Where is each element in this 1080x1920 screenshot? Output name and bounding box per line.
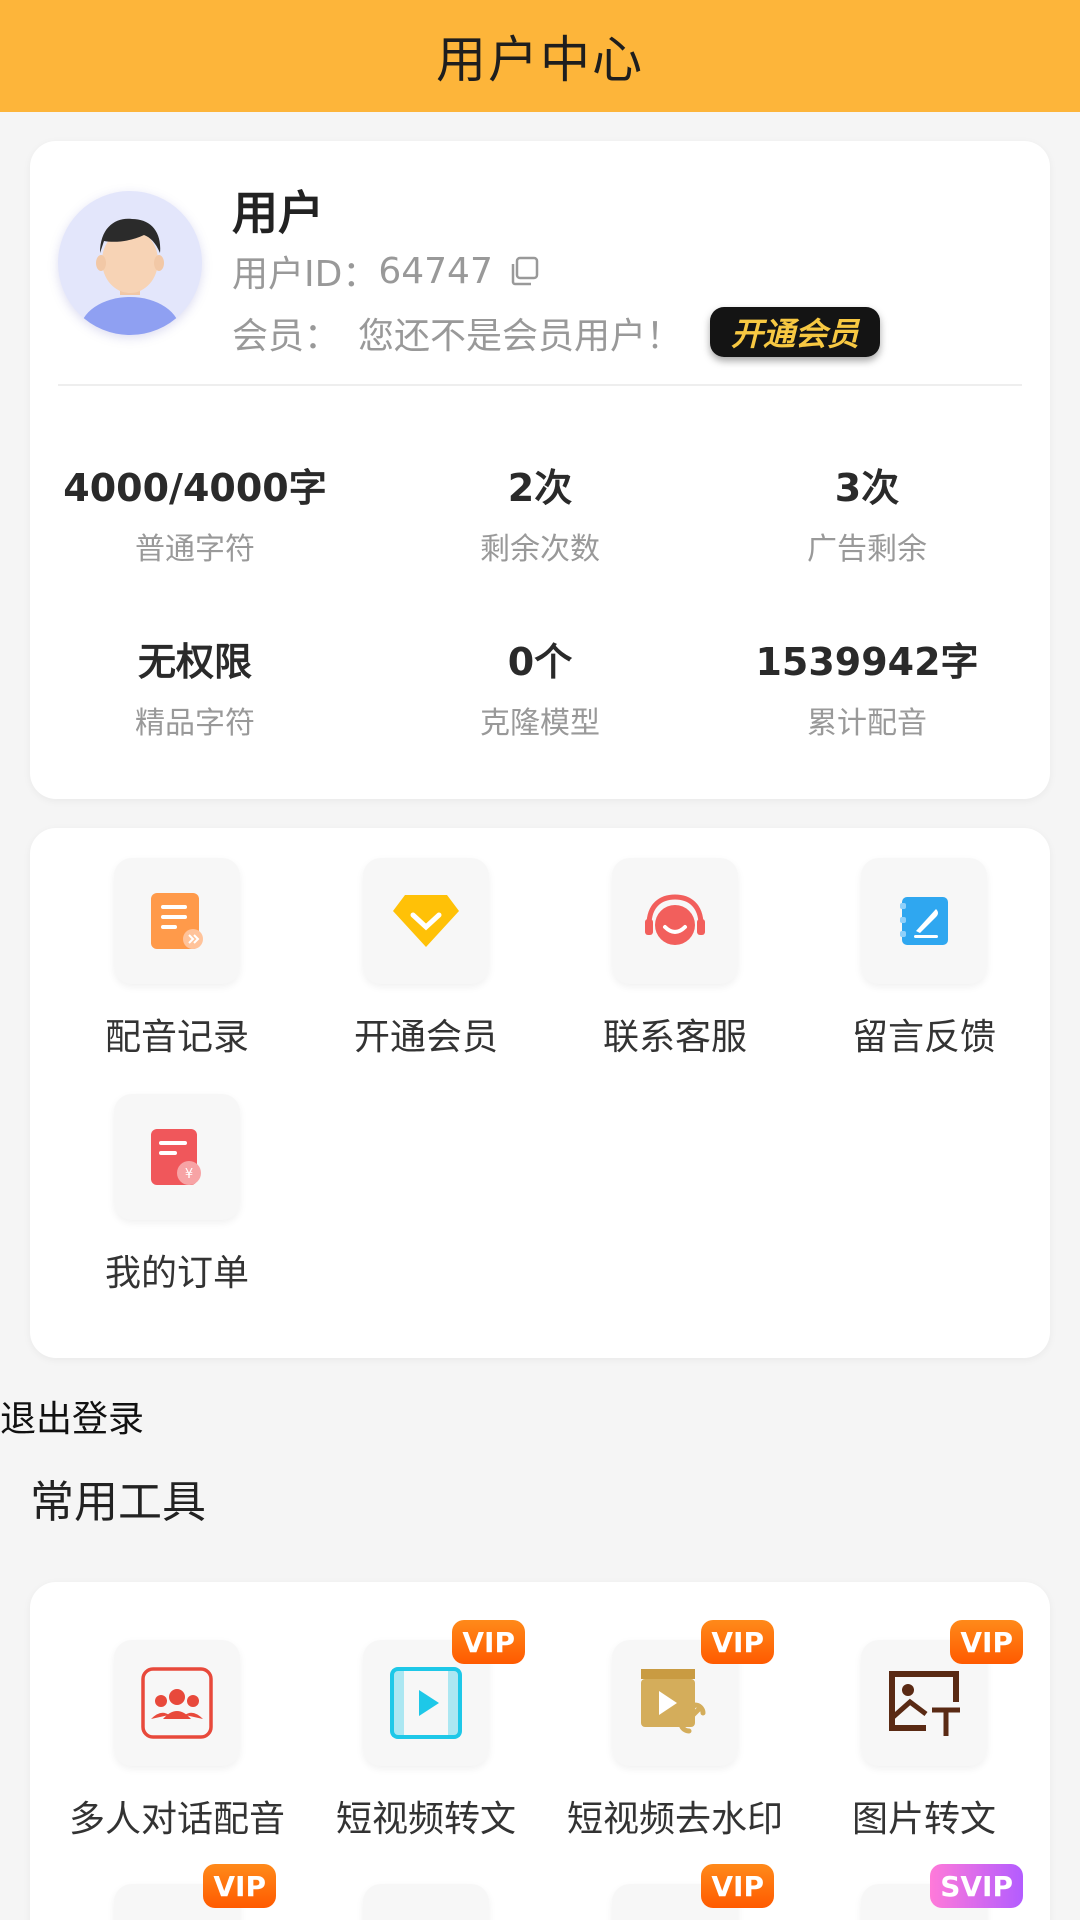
stat-value: 0个 bbox=[507, 640, 573, 684]
tool-item-row2-3[interactable]: VIP bbox=[555, 1864, 795, 1920]
menu-item-my-orders[interactable]: ¥ 我的订单 bbox=[57, 1094, 297, 1296]
section-title-tools: 常用工具 bbox=[30, 1477, 206, 1528]
tool-icon: SVIP bbox=[861, 1864, 1023, 1920]
stat-clone-models: 0个 克隆模型 bbox=[375, 631, 705, 742]
tool-icon: VIP bbox=[612, 1864, 774, 1920]
stat-label: 精品字符 bbox=[135, 706, 255, 741]
tool-label: 图片转文 bbox=[851, 1799, 996, 1840]
vip-badge: VIP bbox=[452, 1620, 525, 1664]
member-status-text: 您还不是会员用户！ bbox=[358, 316, 683, 357]
headset-icon bbox=[612, 858, 738, 984]
menu-item-label: 开通会员 bbox=[353, 1017, 498, 1058]
menu-item-open-vip[interactable]: 开通会员 bbox=[306, 858, 546, 1060]
page-title: 用户中心 bbox=[436, 31, 644, 89]
record-icon bbox=[114, 858, 240, 984]
tool-label: 多人对话配音 bbox=[68, 1799, 285, 1840]
diamond-icon bbox=[363, 858, 489, 984]
tools-card: 多人对话配音 VIP 短视频转文 VIP 短视频去水印 VIP 图片转文 VIP… bbox=[30, 1582, 1050, 1920]
copy-icon[interactable] bbox=[507, 254, 541, 288]
stat-total-dubbing: 1539942字 累计配音 bbox=[702, 631, 1032, 742]
order-icon: ¥ bbox=[114, 1094, 240, 1220]
menu-item-label: 联系客服 bbox=[602, 1017, 747, 1058]
menu-item-label: 留言反馈 bbox=[851, 1017, 996, 1058]
user-name: 用户 bbox=[232, 186, 324, 240]
svip-badge: SVIP bbox=[930, 1864, 1023, 1908]
tool-item-row2-1[interactable]: VIP bbox=[57, 1864, 297, 1920]
vip-badge: VIP bbox=[203, 1864, 276, 1908]
menu-item-feedback[interactable]: 留言反馈 bbox=[804, 858, 1044, 1060]
user-id-label: 用户ID： bbox=[232, 254, 379, 295]
user-id-value: 64747 bbox=[378, 250, 493, 292]
menu-item-label: 配音记录 bbox=[104, 1017, 249, 1058]
profile-card: 用户 用户ID： 64747 会员： 您还不是会员用户！ 开通会员 4000/40… bbox=[30, 141, 1050, 799]
tool-item-remove-watermark[interactable]: VIP 短视频去水印 bbox=[555, 1620, 795, 1842]
feedback-icon bbox=[861, 858, 987, 984]
group-chat-icon bbox=[114, 1640, 240, 1766]
stat-remaining-times: 2次 剩余次数 bbox=[375, 457, 705, 568]
stat-value: 2次 bbox=[507, 466, 573, 510]
video-link-icon: VIP bbox=[612, 1620, 774, 1766]
user-avatar-icon bbox=[80, 218, 180, 335]
top-bar: 用户中心 bbox=[0, 0, 1080, 112]
tool-icon bbox=[363, 1884, 489, 1920]
svg-text:¥: ¥ bbox=[185, 1167, 193, 1182]
stat-label: 克隆模型 bbox=[480, 706, 600, 741]
stat-normal-chars: 4000/4000字 普通字符 bbox=[30, 457, 360, 568]
tool-item-multi-dialogue[interactable]: 多人对话配音 bbox=[57, 1640, 297, 1842]
divider bbox=[58, 384, 1022, 386]
vip-badge: VIP bbox=[950, 1620, 1023, 1664]
stat-value: 3次 bbox=[834, 466, 900, 510]
member-label: 会员： bbox=[232, 316, 341, 357]
stat-value: 无权限 bbox=[137, 640, 252, 684]
member-status-row: 会员： 您还不是会员用户！ bbox=[232, 307, 682, 359]
stat-label: 累计配音 bbox=[807, 706, 927, 741]
image-text-icon: VIP bbox=[861, 1620, 1023, 1766]
tool-label: 短视频去水印 bbox=[566, 1799, 783, 1840]
menu-item-label: 我的订单 bbox=[104, 1253, 249, 1294]
video-text-icon: VIP bbox=[363, 1620, 525, 1766]
stat-value: 1539942字 bbox=[755, 640, 979, 684]
avatar[interactable] bbox=[58, 191, 202, 335]
stat-value: 4000/4000字 bbox=[63, 466, 327, 510]
tool-item-row2-2[interactable] bbox=[306, 1884, 546, 1920]
vip-badge: VIP bbox=[701, 1864, 774, 1908]
tool-icon: VIP bbox=[114, 1864, 276, 1920]
vip-badge: VIP bbox=[701, 1620, 774, 1664]
tool-label: 短视频转文 bbox=[335, 1799, 516, 1840]
user-id-row: 用户ID： 64747 bbox=[232, 245, 541, 297]
menu-item-customer-service[interactable]: 联系客服 bbox=[555, 858, 795, 1060]
logout-button[interactable]: 退出登录 bbox=[0, 1390, 144, 1442]
tool-item-image-to-text[interactable]: VIP 图片转文 bbox=[804, 1620, 1044, 1842]
stat-label: 广告剩余 bbox=[807, 532, 927, 567]
tool-item-row2-4[interactable]: SVIP bbox=[804, 1864, 1044, 1920]
open-vip-button[interactable]: 开通会员 bbox=[710, 307, 880, 357]
stat-label: 普通字符 bbox=[135, 532, 255, 567]
menu-item-dubbing-record[interactable]: 配音记录 bbox=[57, 858, 297, 1060]
stat-premium-chars: 无权限 精品字符 bbox=[30, 631, 360, 742]
stat-label: 剩余次数 bbox=[480, 532, 600, 567]
function-menu-card: 配音记录 开通会员 联系客服 留言反馈 ¥ 我的订单 bbox=[30, 828, 1050, 1358]
tool-item-video-to-text[interactable]: VIP 短视频转文 bbox=[306, 1620, 546, 1842]
stat-ad-remaining: 3次 广告剩余 bbox=[702, 457, 1032, 568]
